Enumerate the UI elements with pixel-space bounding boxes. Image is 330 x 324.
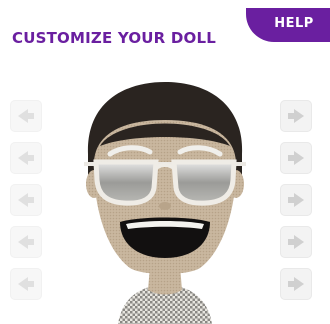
next-option-button-1[interactable] — [280, 100, 312, 132]
arrow-left-icon — [18, 109, 34, 123]
arrow-right-icon — [288, 151, 304, 165]
arrow-left-icon — [18, 193, 34, 207]
doll-nose — [159, 202, 171, 210]
next-option-button-3[interactable] — [280, 184, 312, 216]
help-button[interactable]: HELP — [246, 8, 330, 42]
doll-figure — [84, 82, 246, 324]
arrow-right-icon — [288, 193, 304, 207]
arrow-left-icon — [18, 277, 34, 291]
next-option-button-4[interactable] — [280, 226, 312, 258]
arrow-left-icon — [18, 235, 34, 249]
page-title: CUSTOMIZE YOUR DOLL — [12, 29, 216, 47]
doll-preview — [70, 76, 260, 324]
arrow-right-icon — [288, 235, 304, 249]
prev-option-button-2[interactable] — [10, 142, 42, 174]
arrow-left-icon — [18, 151, 34, 165]
prev-option-button-5[interactable] — [10, 268, 42, 300]
prev-option-button-4[interactable] — [10, 226, 42, 258]
arrow-right-icon — [288, 277, 304, 291]
next-option-button-2[interactable] — [280, 142, 312, 174]
right-arrow-column — [280, 100, 314, 310]
next-option-button-5[interactable] — [280, 268, 312, 300]
left-arrow-column — [10, 100, 44, 310]
prev-option-button-3[interactable] — [10, 184, 42, 216]
prev-option-button-1[interactable] — [10, 100, 42, 132]
arrow-right-icon — [288, 109, 304, 123]
